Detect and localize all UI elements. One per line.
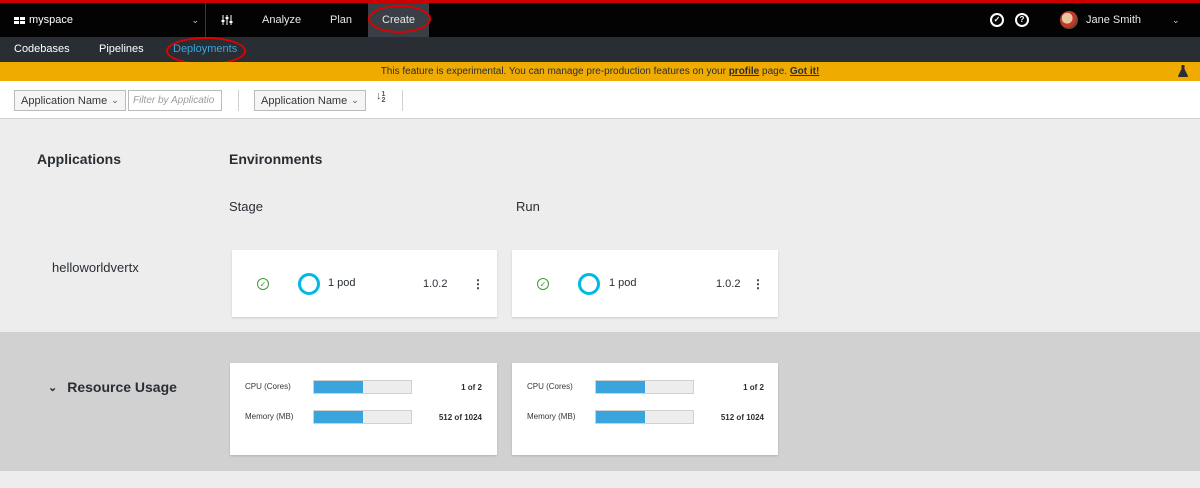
space-switcher[interactable]: myspace ⌄	[0, 3, 206, 37]
chevron-down-icon: ⌄	[48, 381, 58, 394]
cpu-usage-bar	[313, 380, 412, 394]
version-label: 1.0.2	[423, 278, 448, 290]
resource-card-stage: CPU (Cores) 1 of 2 Memory (MB) 512 of 10…	[230, 363, 497, 455]
filter-input[interactable]	[128, 90, 222, 111]
user-name: Jane Smith	[1086, 14, 1142, 26]
chevron-down-icon: ⌄	[191, 15, 199, 25]
nav-plan[interactable]: Plan	[330, 3, 352, 37]
pod-count: 1 pod	[328, 277, 356, 289]
memory-usage-fill	[596, 411, 645, 423]
toolbar-divider	[402, 90, 403, 111]
subnav-deployments[interactable]: Deployments	[173, 43, 237, 55]
pod-donut-chart	[578, 273, 600, 295]
user-menu[interactable]: Jane Smith	[1060, 3, 1141, 37]
memory-label: Memory (MB)	[245, 412, 294, 421]
chevron-down-icon: ⌄	[111, 95, 119, 105]
environments-heading: Environments	[229, 151, 323, 167]
application-name: helloworldvertx	[52, 260, 139, 275]
cpu-usage-fill	[596, 381, 645, 393]
status-ok-icon: ✓	[537, 278, 549, 290]
chevron-down-icon: ⌄	[351, 95, 359, 105]
cpu-usage-bar	[595, 380, 694, 394]
applications-heading: Applications	[37, 151, 122, 167]
deployment-card-run: ✓ 1 pod 1.0.2 ⋮	[512, 250, 778, 317]
cpu-label: CPU (Cores)	[527, 382, 573, 391]
sort-ascending-icon[interactable]: ↓1 2	[376, 91, 385, 105]
banner-text: This feature is experimental. You can ma…	[380, 66, 729, 77]
cpu-value: 1 of 2	[461, 383, 482, 392]
memory-value: 512 of 1024	[438, 413, 482, 422]
deployment-card-stage: ✓ 1 pod 1.0.2 ⋮	[232, 250, 497, 317]
nav-analyze[interactable]: Analyze	[262, 3, 301, 37]
memory-usage-bar	[313, 410, 412, 424]
banner-text-middle: page.	[759, 66, 790, 77]
memory-label: Memory (MB)	[527, 412, 576, 421]
filter-toolbar: Application Name ⌄ Application Name ⌄ ↓1…	[0, 81, 1200, 119]
kebab-menu-icon[interactable]: ⋮	[752, 277, 764, 291]
filter-field-label: Application Name	[21, 94, 108, 107]
sort-field-label: Application Name	[261, 94, 348, 107]
got-it-link[interactable]: Got it!	[790, 66, 819, 77]
bottom-row	[0, 471, 1200, 488]
cpu-usage-fill	[314, 381, 363, 393]
toolbar-divider	[238, 90, 239, 111]
pod-donut-chart	[298, 273, 320, 295]
avatar	[1060, 11, 1078, 29]
pod-count: 1 pod	[609, 277, 637, 289]
subnav-pipelines[interactable]: Pipelines	[99, 43, 144, 55]
top-navbar: myspace ⌄ Analyze Plan Create ✓ ? Jane S…	[0, 0, 1200, 37]
cpu-label: CPU (Cores)	[245, 382, 291, 391]
memory-usage-fill	[314, 411, 363, 423]
version-label: 1.0.2	[716, 278, 741, 290]
filter-field-select[interactable]: Application Name ⌄	[14, 90, 126, 111]
memory-value: 512 of 1024	[720, 413, 764, 422]
memory-usage-bar	[595, 410, 694, 424]
settings-sliders-icon[interactable]	[207, 3, 247, 37]
env-label-run: Run	[516, 199, 540, 214]
flask-icon	[1178, 65, 1188, 77]
resource-usage-toggle[interactable]: ⌄ Resource Usage	[48, 379, 177, 395]
env-label-stage: Stage	[229, 199, 263, 214]
resource-usage-title: Resource Usage	[67, 379, 177, 395]
resource-card-run: CPU (Cores) 1 of 2 Memory (MB) 512 of 10…	[512, 363, 778, 455]
kebab-menu-icon[interactable]: ⋮	[472, 277, 484, 291]
help-icon[interactable]: ?	[1015, 13, 1029, 27]
sub-navbar: Codebases Pipelines Deployments	[0, 37, 1200, 62]
subnav-codebases[interactable]: Codebases	[14, 43, 70, 55]
experimental-banner: This feature is experimental. You can ma…	[0, 62, 1200, 81]
cpu-value: 1 of 2	[743, 383, 764, 392]
status-ok-icon: ✓	[257, 278, 269, 290]
notifications-check-icon[interactable]: ✓	[990, 13, 1004, 27]
space-name: myspace	[29, 14, 74, 26]
nav-create[interactable]: Create	[368, 3, 430, 37]
profile-link[interactable]: profile	[729, 66, 760, 77]
sort-field-select[interactable]: Application Name ⌄	[254, 90, 366, 111]
grid-icon	[14, 16, 25, 24]
chevron-down-icon: ⌄	[1172, 15, 1180, 25]
